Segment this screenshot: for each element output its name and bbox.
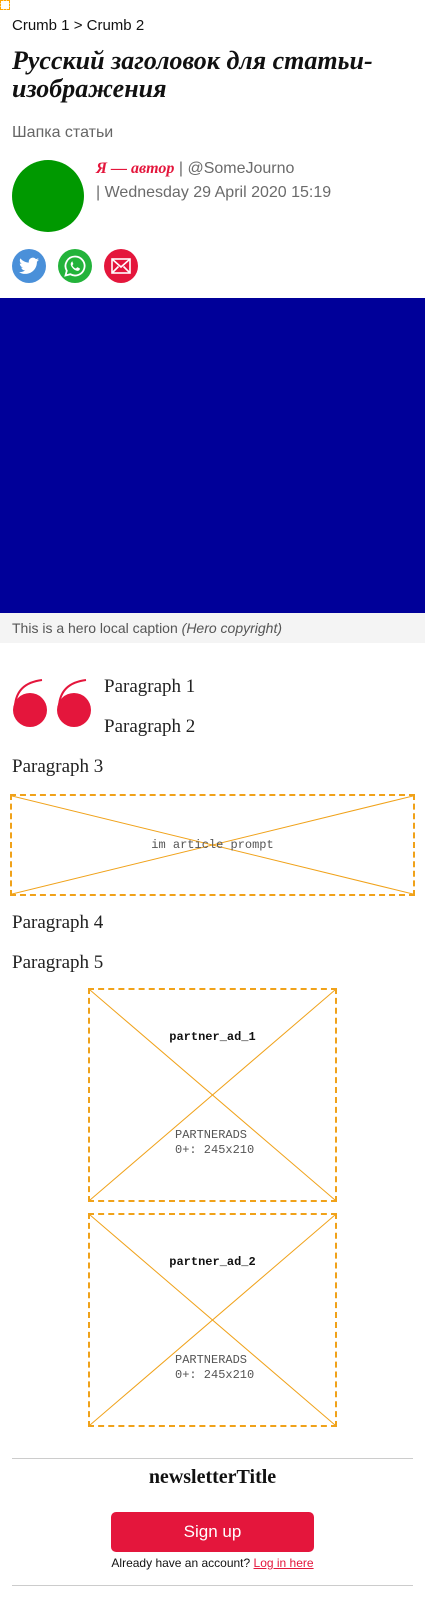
in-article-prompt-label: im article prompt [151,838,274,852]
paragraph-4: Paragraph 4 [12,912,104,933]
top-left-placeholder [0,0,10,10]
byline: Я — автор | @SomeJourno | Wednesday 29 A… [96,157,416,205]
partner-ad-2-label: PARTNERADS [175,1353,248,1367]
partner-ad-1-name: partner_ad_1 [169,1030,256,1044]
byline-separator: | [174,160,188,177]
caption-copyright: (Hero copyright) [181,620,283,636]
publish-date: Wednesday 29 April 2020 15:19 [104,184,332,201]
twitter-icon [19,257,39,274]
partner-ad-2-name: partner_ad_2 [169,1255,256,1269]
author-avatar [12,160,84,232]
placeholder-cross [90,990,335,1200]
share-twitter-button[interactable] [12,249,46,283]
login-prompt: Already have an account? Log in here [12,1556,413,1570]
partner-ad-2-size: 0+: 245x210 [175,1368,255,1382]
author-name[interactable]: Я — автор [96,160,174,177]
login-link[interactable]: Log in here [254,1556,314,1570]
partner-ad-1: partner_ad_1 PARTNERADS 0+: 245x210 [88,988,337,1202]
newsletter-top-divider [12,1458,413,1459]
partner-ad-2: partner_ad_2 PARTNERADS 0+: 245x210 [88,1213,337,1427]
paragraph-3: Paragraph 3 [12,756,104,777]
paragraph-2: Paragraph 2 [104,716,196,737]
newsletter-title: newsletterTitle [148,1466,277,1488]
article-standfirst: Шапка статьи [12,124,114,141]
breadcrumb-separator: > [69,17,87,34]
date-prefix: | [96,184,105,201]
hero-image [0,298,425,613]
quote-icon [13,679,91,727]
in-article-prompt-placeholder: im article prompt [10,794,415,896]
breadcrumb-item-2[interactable]: Crumb 2 [87,17,145,34]
share-email-button[interactable] [104,249,138,283]
partner-ad-1-size: 0+: 245x210 [175,1143,255,1157]
breadcrumb-item-1[interactable]: Crumb 1 [12,17,70,34]
partner-ad-1-label: PARTNERADS [175,1128,248,1142]
article-title: Русский заголовок для статьи-изображения [12,46,373,103]
paragraph-1: Paragraph 1 [104,676,196,697]
email-icon [111,258,131,274]
signup-button[interactable]: Sign up [111,1512,314,1552]
placeholder-cross [90,1215,335,1425]
hero-caption: This is a hero local caption (Hero copyr… [0,613,425,643]
account-text: Already have an account? [111,1556,254,1570]
share-whatsapp-button[interactable] [58,249,92,283]
newsletter-bottom-divider [12,1585,413,1586]
author-handle[interactable]: @SomeJourno [187,160,294,177]
whatsapp-icon [64,255,86,277]
breadcrumb: Crumb 1 > Crumb 2 [12,17,144,34]
caption-text: This is a hero local caption [12,620,178,636]
paragraph-5: Paragraph 5 [12,952,104,973]
